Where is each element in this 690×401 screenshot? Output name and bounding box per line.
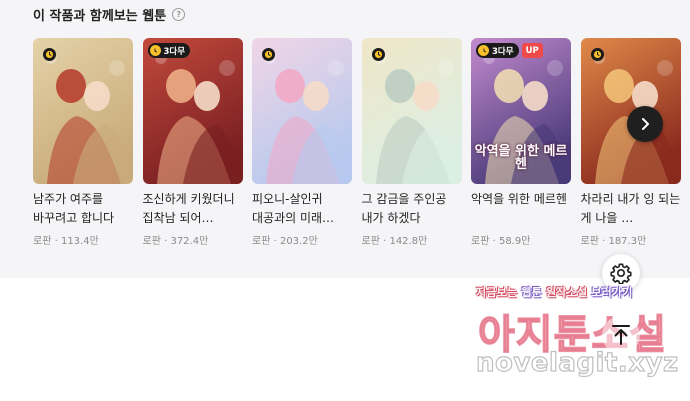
site-watermark: 지금보는 웹툰 원작소설 보러가기 아지툰소설 novelagit.xyz: [470, 284, 690, 401]
cover-badges: 3다무: [147, 43, 191, 58]
view-count: 58.9만: [498, 236, 531, 247]
webtoon-card[interactable]: 차라리 내가 잉 되는 게 나을 … 로판 · 187.3만: [580, 38, 681, 247]
genre-label: 로판: [252, 236, 271, 247]
webtoon-title[interactable]: 악역을 위한 메르헨: [471, 190, 571, 228]
settings-button[interactable]: [602, 254, 640, 292]
genre-label: 로판: [142, 236, 161, 247]
webtoon-meta: 로판 · 187.3만: [581, 232, 681, 247]
related-webtoons-section: 이 작품과 함께보는 웹툰 ? 남주가 여주를 바꾸려고 합니다로판 · 113…: [0, 0, 690, 278]
view-count: 203.2만: [279, 236, 318, 247]
genre-label: 로판: [33, 236, 52, 247]
webtoon-title[interactable]: 남주가 여주를 바꾸려고 합니다: [33, 190, 133, 228]
webtoon-meta: 로판 · 372.4만: [143, 232, 243, 247]
genre-label: 로판: [471, 236, 490, 247]
webtoon-card[interactable]: 3다무조신하게 키웠더니 집착남 되어… 로판 · 372.4만: [142, 38, 243, 247]
question-circle-icon[interactable]: ?: [172, 7, 186, 21]
clock-icon: [262, 48, 275, 61]
webtoon-title[interactable]: 그 감금을 주인공 내가 하겠다: [362, 190, 462, 228]
view-count: 372.4만: [170, 236, 209, 247]
meta-separator: ·: [51, 236, 61, 247]
cover-title-art: 악역을 위한 메르헨: [474, 143, 568, 173]
scroll-to-top-button[interactable]: [602, 316, 640, 354]
webtoon-cover[interactable]: [580, 38, 681, 184]
chevron-right-icon: [642, 118, 649, 130]
webtoon-card[interactable]: 그 감금을 주인공 내가 하겠다로판 · 142.8만: [361, 38, 462, 247]
cover-badges: 3다무 UP: [476, 43, 543, 58]
cover-illustration: [142, 38, 243, 184]
webtoon-cover[interactable]: [252, 38, 352, 184]
webtoon-cover[interactable]: 3다무 UP 악역을 위한 메르헨: [471, 38, 571, 184]
view-count: 187.3만: [608, 236, 647, 247]
clock-icon: [371, 48, 385, 61]
genre-label: 로판: [580, 236, 599, 247]
webtoon-meta: 로판 · 142.8만: [362, 232, 462, 247]
webtoon-title[interactable]: 조신하게 키웠더니 집착남 되어…: [143, 190, 243, 228]
webtoon-card[interactable]: 3다무 UP 악역을 위한 메르헨 악역을 위한 메르헨 로판 · 58.9만: [471, 38, 571, 247]
meta-separator: ·: [270, 236, 280, 247]
section-title: 이 작품과 함께보는 웹툰: [33, 8, 167, 24]
webtoon-cover[interactable]: [361, 38, 462, 184]
meta-separator: ·: [489, 236, 499, 247]
up-badge: UP: [521, 43, 543, 58]
webtoon-cover[interactable]: 3다무: [142, 38, 243, 184]
webtoon-meta: 로판 · 203.2만: [252, 232, 352, 247]
free-wait-badge: 3다무: [147, 43, 191, 58]
arrow-up-icon: [612, 325, 630, 345]
free-wait-label: 3다무: [492, 46, 514, 57]
webtoon-title[interactable]: 피오니-살인귀 대공과의 미래…: [252, 190, 352, 228]
webtoon-title[interactable]: 차라리 내가 잉 되는 게 나을 …: [581, 190, 681, 228]
view-count: 113.4만: [60, 236, 99, 247]
view-count: 142.8만: [389, 236, 428, 247]
clock-icon: [149, 45, 161, 56]
free-wait-label: 3다무: [163, 46, 186, 57]
free-wait-badge: 3다무: [476, 43, 519, 58]
webtoon-meta: 로판 · 58.9만: [471, 232, 571, 247]
section-header: 이 작품과 함께보는 웹툰 ?: [33, 4, 186, 24]
gear-icon: [610, 263, 632, 284]
carousel-next-button[interactable]: [627, 106, 663, 142]
webtoon-carousel: 남주가 여주를 바꾸려고 합니다 로판 · 113.4만 3다무 조신하게 키웠더니 …: [33, 38, 690, 278]
watermark-url: novelagit.xyz: [475, 347, 679, 378]
clock-icon: [43, 48, 56, 61]
webtoon-cover[interactable]: [33, 38, 133, 184]
clock-icon: [590, 48, 604, 61]
genre-label: 로판: [361, 236, 380, 247]
webtoon-card[interactable]: 피오니-살인귀 대공과의 미래… 로판 · 203.2만: [252, 38, 352, 247]
clock-icon: [478, 45, 489, 56]
webtoon-card[interactable]: 남주가 여주를 바꾸려고 합니다로판 · 113.4만: [33, 38, 133, 247]
webtoon-meta: 로판 · 113.4만: [33, 232, 133, 247]
